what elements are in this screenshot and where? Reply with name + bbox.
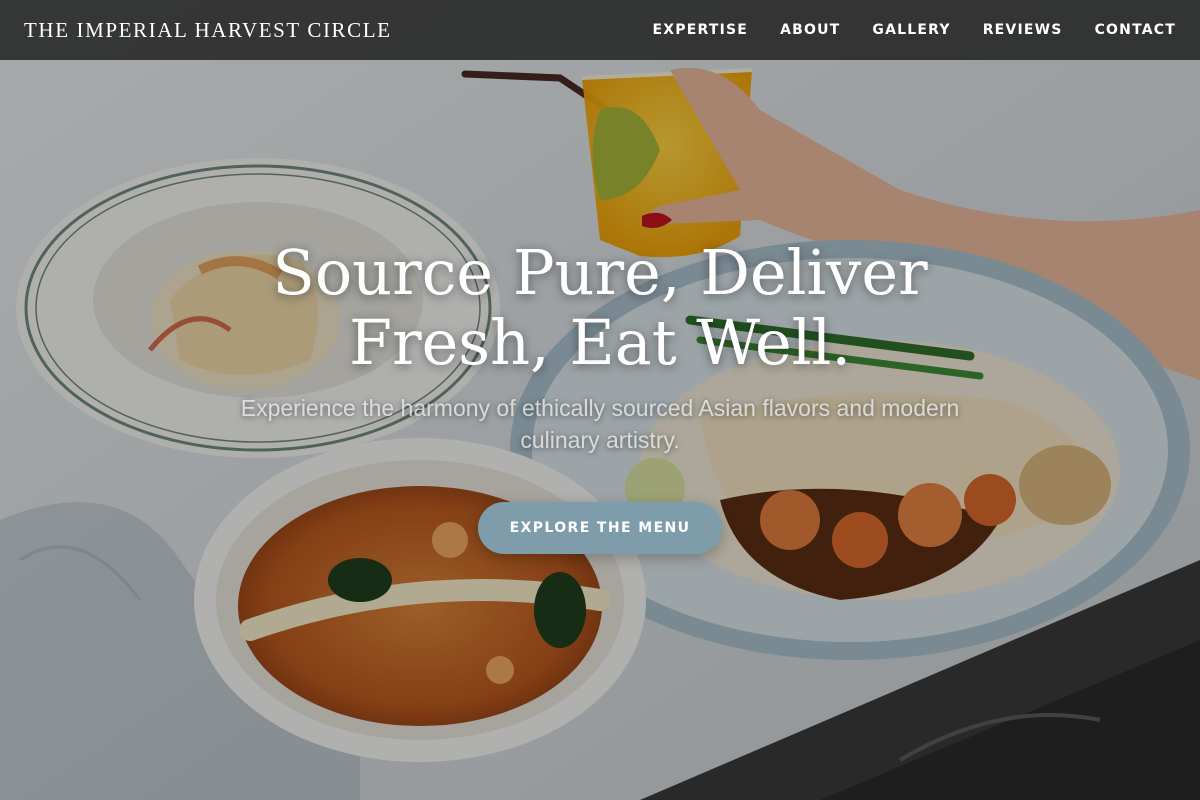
hero-title-line-2: Fresh, Eat Well. bbox=[348, 306, 852, 379]
nav-link-expertise[interactable]: EXPERTISE bbox=[653, 22, 749, 38]
hero-title: Source Pure, Deliver Fresh, Eat Well. bbox=[220, 238, 980, 378]
nav-link-about[interactable]: ABOUT bbox=[780, 22, 840, 38]
hero-subtitle: Experience the harmony of ethically sour… bbox=[240, 395, 960, 453]
hero-section: Source Pure, Deliver Fresh, Eat Well. Ex… bbox=[0, 238, 1200, 554]
nav-link-contact[interactable]: CONTACT bbox=[1095, 22, 1176, 38]
main-nav: EXPERTISE ABOUT GALLERY REVIEWS CONTACT bbox=[653, 22, 1176, 38]
hero-title-line-1: Source Pure, Deliver bbox=[272, 236, 928, 309]
nav-link-reviews[interactable]: REVIEWS bbox=[983, 22, 1063, 38]
explore-menu-button[interactable]: EXPLORE THE MENU bbox=[478, 502, 722, 554]
nav-link-gallery[interactable]: GALLERY bbox=[872, 22, 950, 38]
brand-logo-text[interactable]: THE IMPERIAL HARVEST CIRCLE bbox=[24, 18, 392, 43]
site-header: THE IMPERIAL HARVEST CIRCLE EXPERTISE AB… bbox=[0, 0, 1200, 60]
